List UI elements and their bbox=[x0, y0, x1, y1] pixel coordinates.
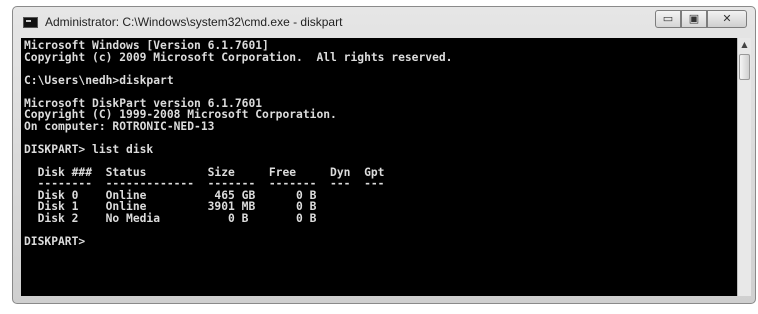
vertical-scrollbar[interactable]: ▲ bbox=[737, 38, 751, 296]
console-line: Disk 1 Online 3901 MB 0 B bbox=[24, 200, 317, 213]
cmd-window: Administrator: C:\Windows\system32\cmd.e… bbox=[12, 6, 756, 304]
maximize-button[interactable]: ▣ bbox=[681, 10, 707, 28]
console-line: On computer: ROTRONIC-NED-13 bbox=[24, 119, 215, 133]
console-line: -------- ------------- ------- ------- -… bbox=[24, 177, 385, 190]
scroll-thumb[interactable] bbox=[739, 54, 750, 80]
window-controls: ▭ ▣ ✕ bbox=[655, 10, 747, 29]
console-line: Copyright (C) 1999-2008 Microsoft Corpor… bbox=[24, 108, 337, 121]
console-lines: Microsoft Windows [Version 6.1.7601] Copy… bbox=[24, 40, 452, 247]
console-output[interactable]: Microsoft Windows [Version 6.1.7601] Copy… bbox=[21, 38, 737, 296]
window-title: Administrator: C:\Windows\system32\cmd.e… bbox=[45, 15, 343, 29]
console-line: Microsoft Windows [Version 6.1.7601] bbox=[24, 39, 269, 52]
close-button[interactable]: ✕ bbox=[707, 10, 747, 28]
scroll-up-arrow-icon[interactable]: ▲ bbox=[738, 38, 751, 52]
console-line: Copyright (c) 2009 Microsoft Corporation… bbox=[24, 50, 453, 64]
console-line: DISKPART> bbox=[24, 234, 86, 248]
console-line: Disk 2 No Media 0 B 0 B bbox=[24, 211, 317, 225]
title-bar[interactable]: Administrator: C:\Windows\system32\cmd.e… bbox=[13, 7, 755, 37]
console-line: C:\Users\nedh>diskpart bbox=[24, 73, 174, 87]
cmd-app-icon[interactable] bbox=[23, 17, 38, 28]
console-line: DISKPART> list disk bbox=[24, 142, 154, 156]
minimize-button[interactable]: ▭ bbox=[655, 10, 681, 28]
